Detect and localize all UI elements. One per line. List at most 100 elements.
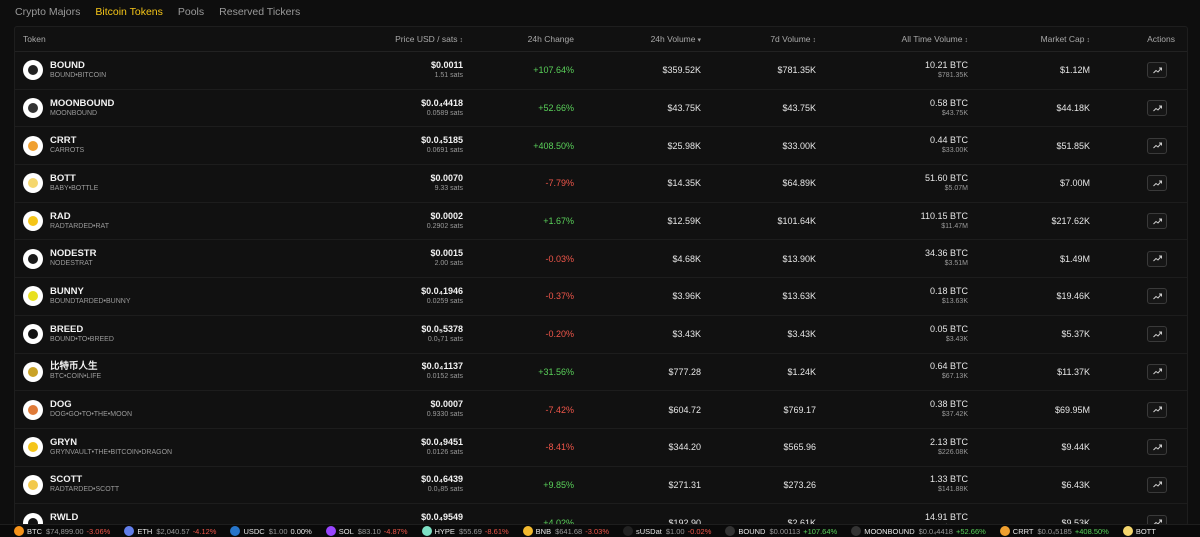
ticker-change: +107.64% [803,526,838,536]
change-24h: +408.50% [533,140,574,151]
price-sats: 0.0259 sats [426,297,463,305]
chart-button[interactable] [1147,476,1167,493]
table-row[interactable]: SCOTT RADTARDED•SCOTT $0.0₄6439 0.0₀85 sats… [15,467,1187,505]
ticker-item[interactable]: BNB $641.68 -3.03% [522,526,609,536]
ticker-symbol: MOONBOUND [864,526,915,536]
price-cell: $0.0₄4418 0.0589 sats [315,98,463,119]
table-row[interactable]: MOONBOUND MOONBOUND $0.0₄4418 0.0589 sats +5… [15,90,1187,128]
token-avatar [23,286,43,307]
chart-button[interactable] [1147,439,1167,456]
market-cap: $11.37K [1057,366,1090,377]
market-cap: $6.43K [1061,479,1090,490]
chart-button[interactable] [1147,175,1167,192]
token-name: GRYN [50,436,78,448]
volume-24h: $12.59K [667,216,701,227]
tab-reserved-tickers[interactable]: Reserved Tickers [219,6,300,18]
volume-7d: $64.89K [782,178,816,189]
price-sats: 0.0691 sats [426,147,463,155]
table-row[interactable]: GRYN GRYNVAULT•THE•BITCOIN•DRAGON $0.0₄945… [15,429,1187,467]
market-cap: $5.37K [1061,329,1090,340]
chart-button[interactable] [1147,100,1167,117]
atv-usd: $3.51M [944,260,968,268]
coin-icon [230,526,241,536]
chart-button[interactable] [1147,401,1167,418]
token-avatar [23,248,43,269]
price-cell: $0.0₄5185 0.0691 sats [315,135,463,156]
ticker-item[interactable]: SOL $83.10 -4.87% [325,526,408,536]
chart-trend-icon [1152,406,1162,413]
table-row[interactable]: RWLDRUNEWORLD•TAKEOVER$0.0₄95490.0127 sa… [15,504,1187,525]
column-header-price[interactable]: Price USD / sats ↕ [315,34,463,44]
table-row[interactable]: RAD RADTARDED•RAT $0.0002 0.2902 sats +1.67%… [15,203,1187,241]
ticker-symbol: HYPE [434,526,455,536]
price-usd: $0.0₄1137 [421,361,463,372]
token-name: 比特币人生 [50,361,98,373]
ticker-item[interactable]: BOUND $0.00113 +107.64% [725,526,837,536]
coin-icon [124,526,135,536]
chart-trend-icon [1152,218,1162,224]
ticker-item[interactable]: ETH $2,040.57 -4.12% [124,526,216,536]
price-sats: 0.2902 sats [426,222,463,230]
coin-icon [1122,526,1133,536]
chart-button[interactable] [1147,137,1167,154]
ticker-symbol: BOTT [1135,526,1156,536]
ticker-symbol: BNB [535,526,552,536]
chart-button[interactable] [1147,288,1167,305]
chart-trend-icon [1152,444,1162,451]
table-row[interactable]: BUNNY BOUNDTARDED•BUNNY $0.0₄1946 0.0259 sa… [15,278,1187,316]
volume-7d: $13.63K [782,291,816,302]
price-usd: $0.0₄9549 [421,512,463,523]
table-row[interactable]: DOG DOG•GO•TO•THE•MOON $0.0007 0.9330 sats -… [15,391,1187,429]
table-body: BOUND BOUND•BITCOIN $0.0011 1.51 sats +107.6… [15,52,1187,525]
column-header-market-cap[interactable]: Market Cap ↕ [968,34,1090,44]
atv-btc: 2.13 BTC [929,436,968,447]
chart-button[interactable] [1147,363,1167,380]
chart-button[interactable] [1147,213,1167,230]
price-cell: $0.0015 2.00 sats [315,248,463,269]
table-row[interactable]: NODESTR NODESTRAT $0.0015 2.00 sats -0.03% $4… [15,240,1187,279]
ticker-change: -0.02% [687,526,712,536]
chart-button[interactable] [1147,326,1167,343]
coin-icon [999,526,1010,536]
ticker-item[interactable]: sUSDat $1.00 -0.02% [622,526,712,536]
tab-crypto-majors[interactable]: Crypto Majors [15,6,80,18]
mcap-header-label: Market Cap [1040,34,1085,44]
column-header-7d-volume[interactable]: 7d Volume ↕ [701,34,816,44]
token-cell: MOONBOUND MOONBOUND [15,98,315,119]
token-avatar [23,60,43,81]
atv-usd: $43.75K [941,109,968,117]
ticker-item[interactable]: MOONBOUND $0.0₄4418 +52.66% [851,526,986,536]
table-row[interactable]: BREED BOUND•TO•BREED $0.0₅5378 0.0₅71 sats -… [15,316,1187,354]
table-row[interactable]: BOTT BABY•BOTTLE $0.0070 9.33 sats -7.79% $14… [15,165,1187,203]
token-name: BOUND [50,59,85,71]
token-name: BREED [50,323,84,335]
volume-24h: $14.35K [667,178,701,189]
chart-button[interactable] [1147,250,1167,267]
ticker-item[interactable]: BOTT [1122,526,1163,536]
chart-button[interactable] [1147,62,1167,79]
ticker-symbol: SOL [338,526,354,536]
tab-pools[interactable]: Pools [178,6,204,18]
all-time-volume-cell: 0.58 BTC $43.75K [816,98,968,119]
change-24h: -7.79% [545,178,574,189]
table-row[interactable]: 比特币人生 BTC•COIN•LIFE $0.0₄1137 0.0152 sats +3… [15,354,1187,392]
token-rune-name: RADTARDED•SCOTT [50,486,120,494]
tab-bitcoin-tokens[interactable]: Bitcoin Tokens [95,6,163,18]
volume-7d: $565.96 [783,442,816,453]
token-rune-name: BTC•COIN•LIFE [50,373,102,381]
ticker-item[interactable]: HYPE $55.69 -8.61% [421,526,509,536]
ticker-symbol: BOUND [738,526,766,536]
atv-usd: $141.88K [938,486,968,494]
table-row[interactable]: BOUND BOUND•BITCOIN $0.0011 1.51 sats +107.6… [15,52,1187,90]
actions-cell [1090,288,1187,305]
ticker-item[interactable]: BTC $74,899.00 -3.06% [14,526,110,536]
token-rune-name: BABY•BOTTLE [50,184,99,192]
ticker-item[interactable]: USDC $1.00 0.00% [230,526,312,536]
all-time-volume-cell: 1.33 BTC $141.88K [816,474,968,495]
column-header-all-time-volume[interactable]: All Time Volume ↕ [816,34,968,44]
column-header-24h-volume[interactable]: 24h Volume ▾ [574,34,701,44]
ticker-item[interactable]: CRRT $0.0₄5185 +408.50% [999,526,1109,536]
price-sats: 0.0152 sats [426,373,463,381]
table-row[interactable]: CRRT CARROTS $0.0₄5185 0.0691 sats +408.50% $… [15,127,1187,166]
change-24h: -8.41% [545,442,574,453]
